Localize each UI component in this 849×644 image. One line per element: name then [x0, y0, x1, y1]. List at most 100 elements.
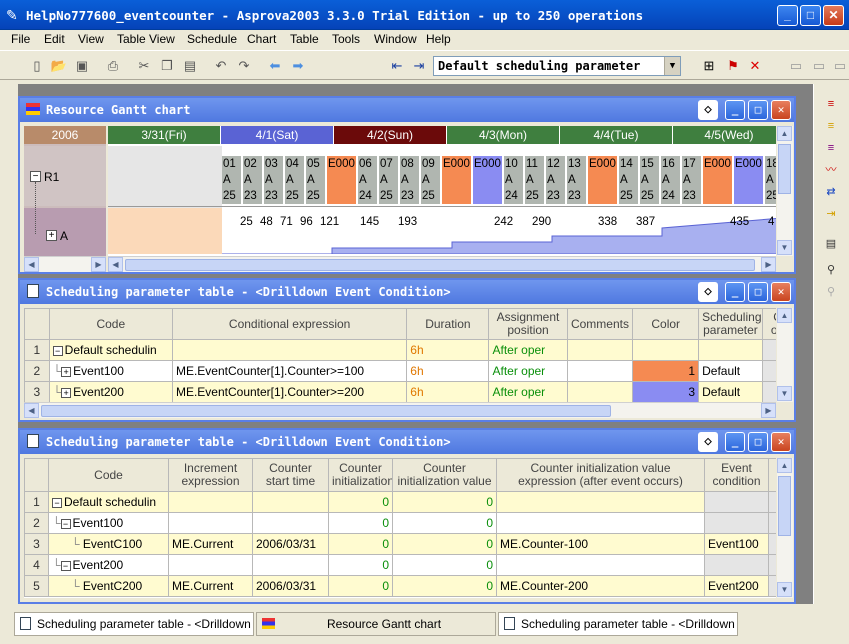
cell-event-condition[interactable]: Event100 — [704, 533, 769, 555]
cell-position[interactable]: After oper — [488, 360, 568, 382]
cell-expression[interactable]: ME.EventCounter[1].Counter>=100 — [171, 360, 408, 382]
redo-icon[interactable]: ↷ — [235, 57, 253, 75]
minimize-button[interactable]: _ — [777, 5, 798, 26]
scroll-down-icon[interactable]: ▼ — [777, 240, 792, 255]
forward-icon[interactable]: ➡ — [289, 57, 307, 75]
gantt-close-button[interactable]: ✕ — [771, 100, 791, 120]
operation-bar[interactable]: 15 A 25 — [640, 156, 660, 204]
cell-code[interactable]: − Default schedulin — [48, 339, 173, 361]
scroll-up-icon[interactable]: ▲ — [777, 458, 792, 473]
undo-icon[interactable]: ↶ — [212, 57, 230, 75]
cell-comments[interactable] — [566, 339, 634, 361]
scroll-left-icon[interactable]: ◀ — [24, 403, 39, 418]
col-counter-start-time[interactable]: Counter start time — [252, 458, 329, 492]
cell-color[interactable]: 1 — [632, 360, 700, 382]
col-counter-initialization[interactable]: Counter initialization — [328, 458, 393, 492]
cell-init-expr[interactable] — [496, 512, 705, 534]
param-prev-icon[interactable]: ⇤ — [388, 57, 406, 75]
table1-hscroll-thumb[interactable] — [41, 405, 611, 417]
expand-icon[interactable]: + — [61, 388, 72, 398]
cell-comments[interactable] — [566, 381, 634, 402]
scroll-up-icon[interactable]: ▲ — [777, 126, 792, 141]
param-next-icon[interactable]: ⇥ — [410, 57, 428, 75]
row-number[interactable]: 1 — [24, 491, 49, 513]
gantt-maximize-button[interactable]: □ — [748, 100, 768, 120]
operation-bar[interactable]: 11 A 25 — [525, 156, 545, 204]
paste-icon[interactable]: ▤ — [181, 57, 199, 75]
row-number[interactable]: 5 — [24, 575, 49, 597]
cell-cur-oper[interactable] — [761, 339, 776, 361]
layout2-icon[interactable]: ▭ — [810, 57, 828, 75]
cell-event-condition[interactable]: Event200 — [704, 575, 769, 597]
col-color[interactable]: Color — [632, 308, 700, 340]
menu-edit[interactable]: Edit — [44, 32, 65, 46]
menu-chart[interactable]: Chart — [247, 32, 276, 46]
col-counter-init-value-expression[interactable]: Counter initialization value expression … — [496, 458, 705, 492]
menu-tools[interactable]: Tools — [332, 32, 360, 46]
table-row[interactable]: 2 └ + Event100 ME.EventCounter[1].Counter>… — [24, 360, 776, 382]
cut-icon[interactable]: ✂ — [135, 57, 153, 75]
cell-cur-oper[interactable] — [761, 360, 776, 382]
task-gantt[interactable]: Resource Gantt chart — [256, 612, 496, 636]
operation-bar[interactable]: E000 — [327, 156, 357, 204]
menu-view[interactable]: View — [78, 32, 104, 46]
cell-cur-oper[interactable] — [761, 381, 776, 402]
scroll-right-icon[interactable]: ▶ — [761, 257, 776, 272]
task-table1[interactable]: Scheduling parameter table - <Drilldown … — [14, 612, 254, 636]
cell-increment[interactable]: ME.Current — [168, 575, 253, 597]
expand-icon[interactable]: + — [61, 367, 72, 377]
cell-code[interactable]: └ − Event100 — [48, 512, 169, 534]
arrows-icon[interactable]: ⇄ — [822, 184, 840, 200]
col-event-condition[interactable]: Event condition — [704, 458, 769, 492]
cell-init-value[interactable]: 0 — [392, 533, 497, 555]
table-row[interactable]: 3 └ EventC100 ME.Current 2006/03/31 0 0 … — [24, 533, 776, 555]
row-number[interactable]: 4 — [24, 554, 49, 576]
col-conditional-expression[interactable]: Conditional expression — [171, 308, 408, 340]
cell-init-expr[interactable] — [496, 554, 705, 576]
flag-icon[interactable]: ⚑ — [724, 57, 742, 75]
menu-schedule[interactable]: Schedule — [187, 32, 237, 46]
cell-expression[interactable] — [171, 339, 408, 361]
maximize-button[interactable]: □ — [800, 5, 821, 26]
scroll-up-icon[interactable]: ▲ — [777, 308, 792, 323]
load-graph-icon[interactable]: 〰 — [822, 162, 840, 178]
operation-bar[interactable]: 07 A 25 — [379, 156, 399, 204]
operation-bar[interactable]: 02 A 23 — [243, 156, 263, 204]
col-increment-expression[interactable]: Increment expression — [168, 458, 253, 492]
order-view-icon[interactable]: ≡ — [822, 118, 840, 134]
col-code[interactable]: Code — [48, 308, 173, 340]
operation-bar[interactable]: 13 A 23 — [567, 156, 587, 204]
gantt-hscroll-thumb[interactable] — [125, 259, 755, 271]
row-number[interactable]: 3 — [24, 381, 50, 402]
table2-maximize-button[interactable]: □ — [748, 432, 768, 452]
cell-start[interactable]: 2006/03/31 — [252, 533, 329, 555]
cell-code[interactable]: └ EventC100 — [48, 533, 169, 555]
resource-view-icon[interactable]: ≡ — [822, 140, 840, 156]
scroll-right-icon[interactable]: ▶ — [761, 403, 776, 418]
collapse-icon[interactable]: − — [52, 498, 62, 508]
cell-param[interactable]: Default — [698, 360, 763, 382]
cell-init-expr[interactable]: ME.Counter-200 — [496, 575, 705, 597]
col-code[interactable]: Code — [48, 458, 169, 492]
scheduling-parameter-select[interactable]: Default scheduling parameter ▼ — [433, 56, 681, 76]
cell-increment[interactable]: ME.Current — [168, 533, 253, 555]
operation-bar[interactable]: E000 — [703, 156, 733, 204]
gantt-vscroll[interactable]: ▲ ▼ — [777, 126, 793, 256]
cell-increment[interactable] — [168, 554, 253, 576]
scroll-left-icon[interactable]: ◀ — [108, 257, 123, 272]
cell-position[interactable]: After oper — [488, 339, 568, 361]
new-icon[interactable]: ▯ — [28, 57, 46, 75]
cell-code[interactable]: └ EventC200 — [48, 575, 169, 597]
layout1-icon[interactable]: ▭ — [787, 57, 805, 75]
col-duration[interactable]: Duration — [406, 308, 490, 340]
cell-event-condition[interactable] — [704, 491, 769, 513]
back-icon[interactable]: ⬅ — [266, 57, 284, 75]
row-number[interactable]: 2 — [24, 512, 49, 534]
table-row[interactable]: 3 └ + Event200 ME.EventCounter[1].Counter>… — [24, 381, 776, 402]
operation-bar[interactable]: E000 — [588, 156, 618, 204]
cell-color[interactable]: 3 — [632, 381, 700, 402]
table1-minimize-button[interactable]: _ — [725, 282, 745, 302]
operation-bar[interactable]: 12 A 23 — [546, 156, 566, 204]
cell-code[interactable]: − Default schedulin — [48, 491, 169, 513]
operation-bar[interactable]: 08 A 23 — [400, 156, 420, 204]
